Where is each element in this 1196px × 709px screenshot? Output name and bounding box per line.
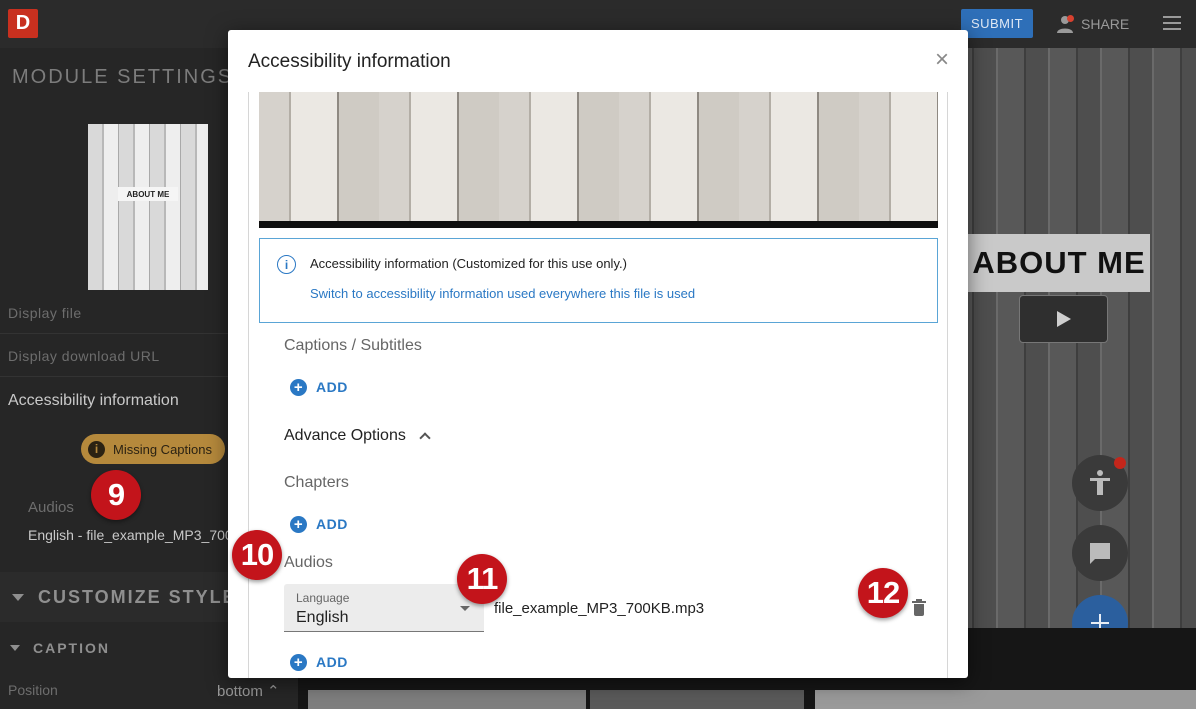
step-badge-10: 10 [232,530,282,580]
media-thumbnail[interactable]: ABOUT ME [88,124,208,290]
plus-icon: + [290,653,307,671]
panel-title: MODULE SETTINGS [12,66,234,88]
close-icon[interactable]: × [930,48,954,72]
switch-info-link[interactable]: Switch to accessibility information used… [310,286,695,301]
audio-file-name: file_example_MP3_700KB.mp3 [494,600,705,617]
chapters-label: Chapters [284,474,349,491]
share-label: SHARE [1081,16,1130,32]
language-select[interactable]: Language English [284,584,484,632]
share-button[interactable]: SHARE [1055,12,1129,36]
position-label: Position [8,682,58,698]
info-text: Accessibility information (Customized fo… [310,256,627,271]
info-notice: i Accessibility information (Customized … [259,238,938,323]
module-thumbnail[interactable] [308,690,586,709]
hamburger-menu-icon[interactable] [1163,16,1181,30]
person-icon [1055,14,1075,34]
display-file-setting[interactable]: Display file [8,305,82,321]
advance-options-toggle[interactable]: Advance Options [284,427,406,445]
captions-subtitles-label: Captions / Subtitles [284,337,422,354]
step-badge-11: 11 [457,554,507,604]
notification-dot [1067,15,1074,22]
dropdown-arrow-icon [460,606,470,611]
app-logo[interactable]: D [8,9,38,38]
caption-label: CAPTION [33,640,110,656]
accessibility-icon [1090,470,1110,495]
add-audio-button[interactable]: + ADD [290,652,348,672]
missing-captions-badge[interactable]: i Missing Captions [81,434,225,464]
plus-icon: + [290,378,307,396]
language-label: Language [296,591,350,605]
language-value: English [296,609,349,626]
play-icon [1056,311,1071,327]
position-select[interactable]: bottom ⌃ [217,682,280,700]
notification-dot [1114,457,1126,469]
info-icon: i [277,255,296,274]
submit-button[interactable]: SUBMIT [961,9,1033,38]
add-label: ADD [316,516,348,532]
add-label: ADD [316,654,348,670]
module-thumbnail[interactable] [815,690,1196,709]
info-icon: i [88,440,105,458]
chat-icon [1090,543,1110,564]
display-download-url-setting[interactable]: Display download URL [8,348,160,364]
add-caption-button[interactable]: + ADD [290,377,348,397]
accessibility-button[interactable] [1072,455,1128,511]
chat-button[interactable] [1072,525,1128,581]
step-badge-9: 9 [91,470,141,520]
add-label: ADD [316,379,348,395]
missing-captions-label: Missing Captions [113,441,212,457]
audios-label: Audios [28,499,74,516]
accessibility-info-setting[interactable]: Accessibility information [8,392,179,410]
media-preview [259,92,938,228]
play-button[interactable] [1019,295,1108,343]
thumbnail-label: ABOUT ME [118,187,178,201]
plus-icon: + [290,515,307,533]
caret-down-icon [12,594,24,601]
dialog-body: i Accessibility information (Customized … [248,92,948,678]
module-thumbnail[interactable] [590,690,804,709]
audios-label: Audios [284,554,333,571]
trash-icon[interactable] [912,599,926,616]
caret-down-icon [10,645,20,651]
customize-style-label: CUSTOMIZE STYLE [38,586,237,607]
chevron-up-icon[interactable] [419,432,431,444]
accessibility-dialog: Accessibility information × i Accessibil… [228,30,968,678]
add-chapter-button[interactable]: + ADD [290,514,348,534]
step-badge-12: 12 [858,568,908,618]
dialog-title: Accessibility information [248,51,451,72]
preview-title-banner: ABOUT ME [968,234,1150,292]
